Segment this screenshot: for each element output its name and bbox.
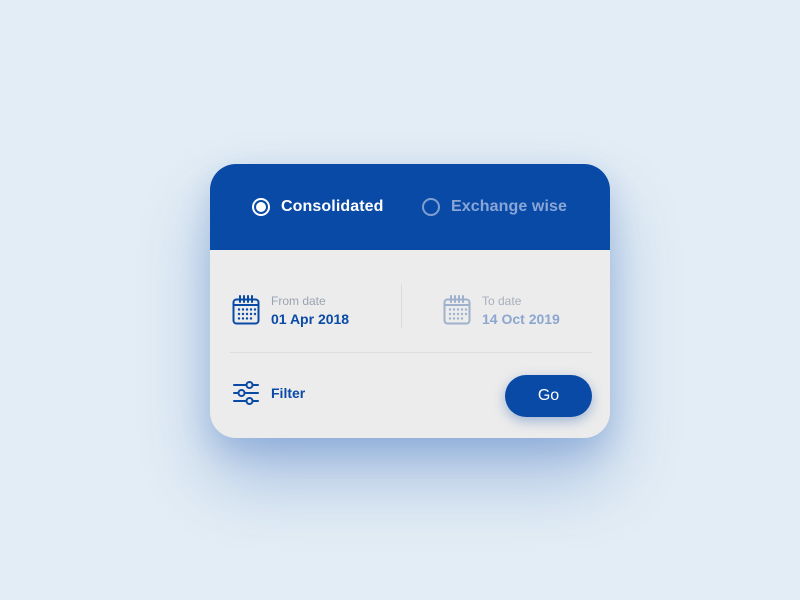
calendar-icon — [232, 295, 260, 325]
to-date-picker[interactable]: To date 14 Oct 2019 — [443, 290, 560, 330]
from-date-caption: From date — [271, 293, 326, 308]
from-date-text: From date 01 Apr 2018 — [271, 293, 349, 328]
radio-exchange-wise[interactable]: Exchange wise — [422, 164, 567, 250]
from-date-picker[interactable]: From date 01 Apr 2018 — [232, 290, 349, 330]
go-button[interactable]: Go — [505, 375, 592, 417]
page-background: Consolidated Exchange wise From date 01 … — [0, 0, 800, 600]
date-divider — [401, 284, 402, 328]
radio-selected-icon — [252, 198, 270, 216]
radio-unselected-icon — [422, 198, 440, 216]
to-date-text: To date 14 Oct 2019 — [482, 293, 560, 328]
from-date-value: 01 Apr 2018 — [271, 310, 350, 327]
sliders-icon — [233, 381, 259, 405]
to-date-caption: To date — [482, 293, 522, 308]
radio-exchange-wise-label: Exchange wise — [451, 198, 568, 215]
section-divider — [230, 352, 592, 353]
radio-consolidated-label: Consolidated — [281, 198, 384, 215]
filter-button[interactable]: Filter — [232, 380, 305, 406]
date-filter-card: Consolidated Exchange wise From date 01 … — [210, 164, 610, 438]
calendar-icon — [443, 295, 471, 325]
to-date-value: 14 Oct 2019 — [482, 310, 560, 327]
radio-dot — [256, 202, 266, 212]
radio-consolidated[interactable]: Consolidated — [252, 164, 384, 250]
view-mode-header: Consolidated Exchange wise — [210, 164, 610, 250]
filter-label: Filter — [271, 385, 306, 401]
